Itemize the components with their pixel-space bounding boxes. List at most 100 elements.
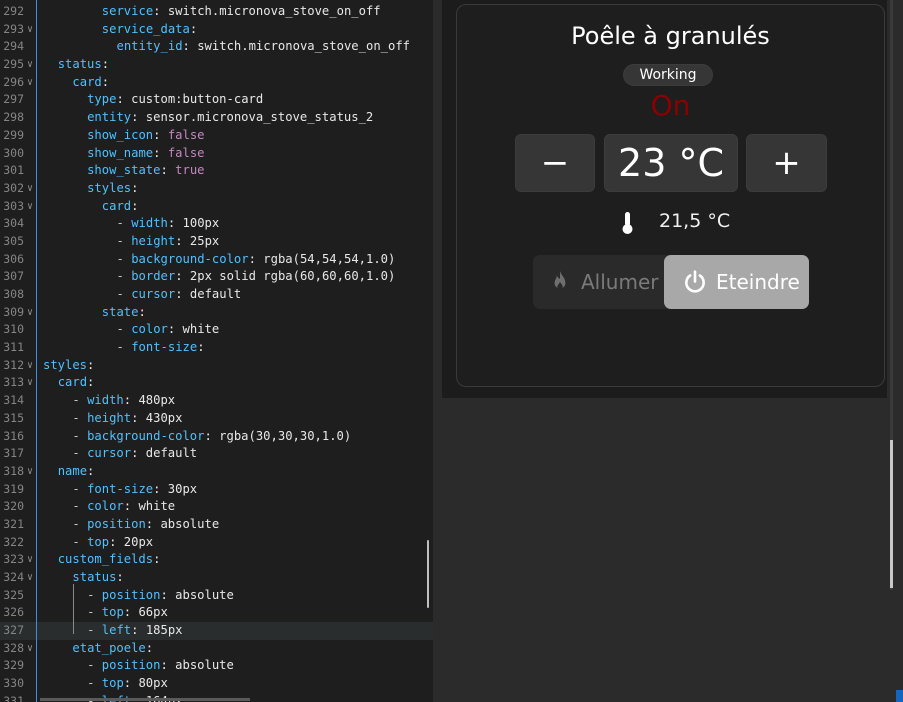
- line-code: status:: [58, 56, 109, 74]
- code-line[interactable]: 299 show_icon: false: [0, 127, 433, 145]
- code-line[interactable]: 326 - top: 66px: [0, 604, 433, 622]
- code-token-dash: -: [72, 446, 88, 461]
- fold-chevron-icon[interactable]: ∨: [27, 374, 33, 392]
- code-lines[interactable]: 292 service: switch.micronova_stove_on_of…: [0, 3, 433, 702]
- line-number: 313: [3, 375, 24, 390]
- fold-chevron-icon[interactable]: ∨: [27, 357, 33, 375]
- fold-chevron-icon[interactable]: ∨: [27, 180, 33, 198]
- code-line[interactable]: 304 - width: 100px: [0, 215, 433, 233]
- line-number: 305: [3, 233, 24, 248]
- line-number: 303: [3, 198, 24, 213]
- line-number: 327: [3, 623, 24, 638]
- card-title: Poêle à granulés: [571, 22, 770, 50]
- code-token-val: : absolute: [145, 516, 220, 531]
- code-line[interactable]: 319 - font-size: 30px: [0, 481, 433, 499]
- code-line[interactable]: 315 - height: 430px: [0, 410, 433, 428]
- code-token-bool: true: [175, 163, 205, 178]
- code-line[interactable]: 301 show_state: true: [0, 162, 433, 180]
- thermometer-icon: [622, 212, 633, 234]
- code-line[interactable]: 293 ∨ service_data:: [0, 21, 433, 39]
- stove-card: Poêle à granulés Working On − 23 °C + 21…: [456, 4, 885, 387]
- code-line[interactable]: 320 - color: white: [0, 498, 433, 516]
- code-line[interactable]: 296 ∨ card:: [0, 74, 433, 92]
- code-line[interactable]: 297 type: custom:button-card: [0, 91, 433, 109]
- code-line[interactable]: 294 entity_id: switch.micronova_stove_on_…: [0, 38, 433, 56]
- code-token-dash: -: [87, 587, 102, 602]
- turn-on-button[interactable]: Allumer: [533, 255, 664, 309]
- line-number: 309: [3, 304, 24, 319]
- code-editor[interactable]: 292 service: switch.micronova_stove_on_of…: [0, 0, 433, 702]
- fold-chevron-icon[interactable]: ∨: [27, 21, 33, 39]
- code-token-dash: -: [116, 269, 132, 284]
- code-line[interactable]: 321 - position: absolute: [0, 516, 433, 534]
- editor-scrollbar[interactable]: [427, 540, 429, 608]
- code-token-val: :: [138, 304, 146, 319]
- fold-chevron-icon[interactable]: ∨: [27, 551, 33, 569]
- code-token-val: :: [87, 463, 95, 478]
- code-token-key: card: [101, 198, 132, 213]
- code-token-key: position: [101, 587, 161, 602]
- code-token-dash: -: [72, 410, 88, 425]
- code-line[interactable]: 322 - top: 20px: [0, 534, 433, 552]
- power-icon: [685, 270, 705, 293]
- code-line[interactable]: 307 - border: 2px solid rgba(60,60,60,1.0…: [0, 268, 433, 286]
- line-number: 319: [3, 481, 24, 496]
- code-line[interactable]: 309 ∨ state:: [0, 304, 433, 322]
- code-line[interactable]: 325 - position: absolute: [0, 587, 433, 605]
- code-line[interactable]: 310 - color: white: [0, 321, 433, 339]
- code-line[interactable]: 292 service: switch.micronova_stove_on_of…: [0, 3, 433, 21]
- code-token-key: top: [101, 676, 124, 691]
- fold-chevron-icon[interactable]: ∨: [27, 569, 33, 587]
- fold-chevron-icon[interactable]: ∨: [27, 74, 33, 92]
- code-line[interactable]: 317 - cursor: default: [0, 445, 433, 463]
- line-code: styles:: [43, 357, 94, 375]
- code-line[interactable]: 313 ∨ card:: [0, 374, 433, 392]
- fold-chevron-icon[interactable]: ∨: [27, 463, 33, 481]
- code-line[interactable]: 305 - height: 25px: [0, 233, 433, 251]
- code-line[interactable]: 300 show_name: false: [0, 145, 433, 163]
- editor-horizontal-scrollbar[interactable]: [40, 698, 250, 701]
- code-line[interactable]: 327 - left: 185px: [0, 622, 433, 640]
- code-token-val: : 185px: [131, 623, 183, 638]
- line-code: - color: white: [72, 498, 175, 516]
- code-line[interactable]: 302 ∨ styles:: [0, 180, 433, 198]
- code-token-val: :: [145, 640, 154, 655]
- code-token-key: status: [72, 570, 117, 584]
- line-number: 330: [3, 676, 24, 691]
- code-line[interactable]: 316 - background-color: rgba(30,30,30,1.0…: [0, 428, 433, 446]
- code-line[interactable]: 295 ∨ status:: [0, 56, 433, 74]
- preview-corner-marker: [896, 690, 903, 702]
- code-line[interactable]: 303 ∨ card:: [0, 198, 433, 216]
- code-line[interactable]: 324 ∨ status:: [0, 569, 433, 587]
- code-line[interactable]: 328 ∨ etat_poele:: [0, 640, 433, 658]
- code-token-val: : custom:button-card: [116, 92, 264, 107]
- code-line[interactable]: 329 - position: absolute: [0, 657, 433, 675]
- code-token-bool: false: [167, 127, 205, 142]
- line-number: 296: [3, 74, 24, 89]
- code-token-dash: -: [72, 393, 88, 408]
- code-line[interactable]: 312 ∨ styles:: [0, 357, 433, 375]
- code-line[interactable]: 314 - width: 480px: [0, 392, 433, 410]
- code-token-key: cursor: [87, 446, 132, 461]
- turn-off-button[interactable]: Eteindre: [664, 255, 809, 309]
- fold-chevron-icon[interactable]: ∨: [27, 640, 33, 658]
- preview-scrollbar[interactable]: [890, 440, 893, 588]
- decrease-temperature-button[interactable]: −: [515, 134, 595, 192]
- fold-chevron-icon[interactable]: ∨: [27, 56, 33, 74]
- code-token-key: height: [131, 233, 176, 248]
- code-line[interactable]: 323 ∨ custom_fields:: [0, 551, 433, 569]
- code-token-val: :: [131, 198, 139, 213]
- increase-temperature-button[interactable]: +: [746, 134, 827, 192]
- fold-chevron-icon[interactable]: ∨: [27, 304, 33, 322]
- code-token-key: card: [72, 74, 102, 89]
- code-line[interactable]: 308 - cursor: default: [0, 286, 433, 304]
- line-code: - width: 480px: [72, 392, 175, 410]
- code-token-key: state: [101, 304, 139, 319]
- code-line[interactable]: 311 - font-size:: [0, 339, 433, 357]
- code-line[interactable]: 330 - top: 80px: [0, 675, 433, 693]
- code-line[interactable]: 298 entity: sensor.micronova_stove_status…: [0, 109, 433, 127]
- code-line[interactable]: 306 - background-color: rgba(54,54,54,1.0…: [0, 251, 433, 269]
- fold-chevron-icon[interactable]: ∨: [27, 198, 33, 216]
- line-number: 315: [3, 410, 24, 425]
- code-line[interactable]: 318 ∨ name:: [0, 463, 433, 481]
